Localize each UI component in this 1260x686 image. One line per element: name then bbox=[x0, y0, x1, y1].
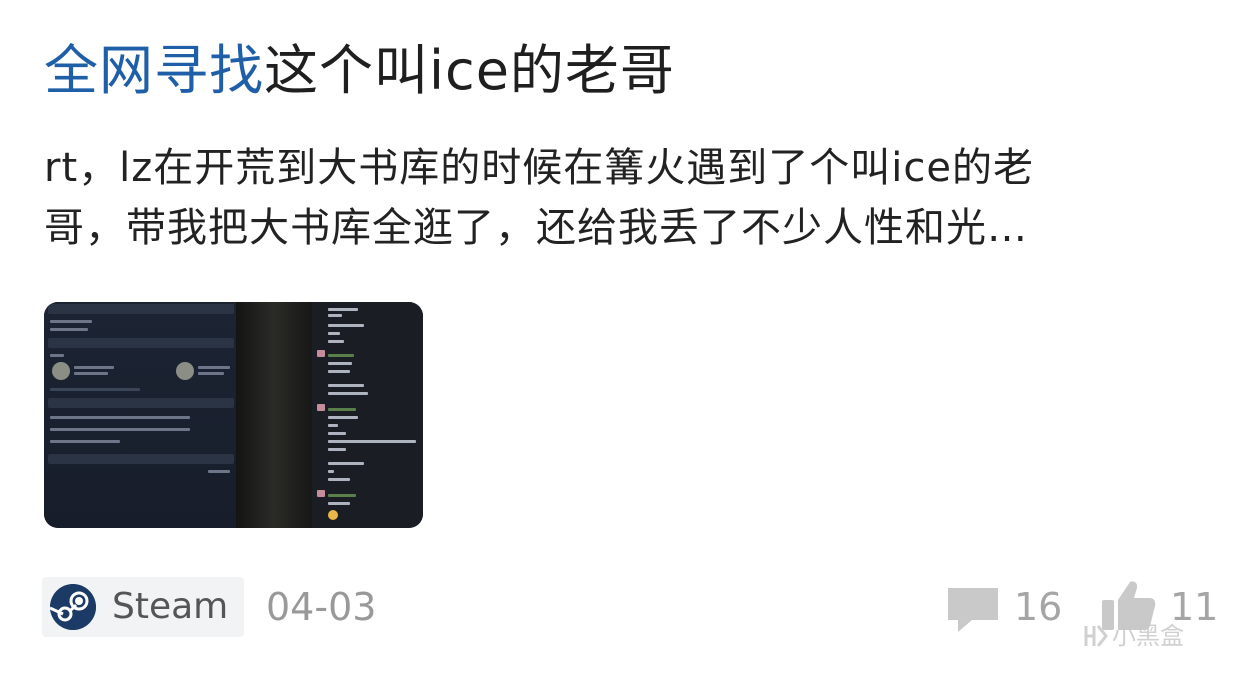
post-thumbnail[interactable] bbox=[44, 302, 423, 528]
screenshot-profile-panel bbox=[44, 302, 236, 528]
game-tag-steam[interactable]: Steam bbox=[42, 577, 244, 637]
xiaoheihe-watermark: 小黑盒 bbox=[1082, 616, 1184, 651]
steam-logo-icon bbox=[50, 584, 96, 630]
tag-label: Steam bbox=[112, 586, 229, 627]
title-text: 这个叫ice的老哥 bbox=[264, 39, 675, 102]
screenshot-chat-log bbox=[312, 302, 423, 528]
comment-bubble-icon[interactable] bbox=[946, 586, 1000, 638]
screenshot-game-scene bbox=[236, 302, 312, 528]
post-date: 04-03 bbox=[266, 585, 377, 629]
title-highlight: 全网寻找 bbox=[44, 39, 264, 102]
excerpt-line-2: 哥，带我把大书库全逛了，还给我丢了不少人性和光… bbox=[44, 205, 1028, 251]
comment-count: 16 bbox=[1014, 585, 1063, 629]
post-excerpt[interactable]: rt，lz在开荒到大书库的时候在篝火遇到了个叫ice的老 哥，带我把大书库全逛了… bbox=[44, 138, 1224, 258]
watermark-text: 小黑盒 bbox=[1112, 622, 1184, 650]
excerpt-line-1: rt，lz在开荒到大书库的时候在篝火遇到了个叫ice的老 bbox=[44, 145, 1034, 191]
post-title[interactable]: 全网寻找这个叫ice的老哥 bbox=[44, 38, 675, 104]
